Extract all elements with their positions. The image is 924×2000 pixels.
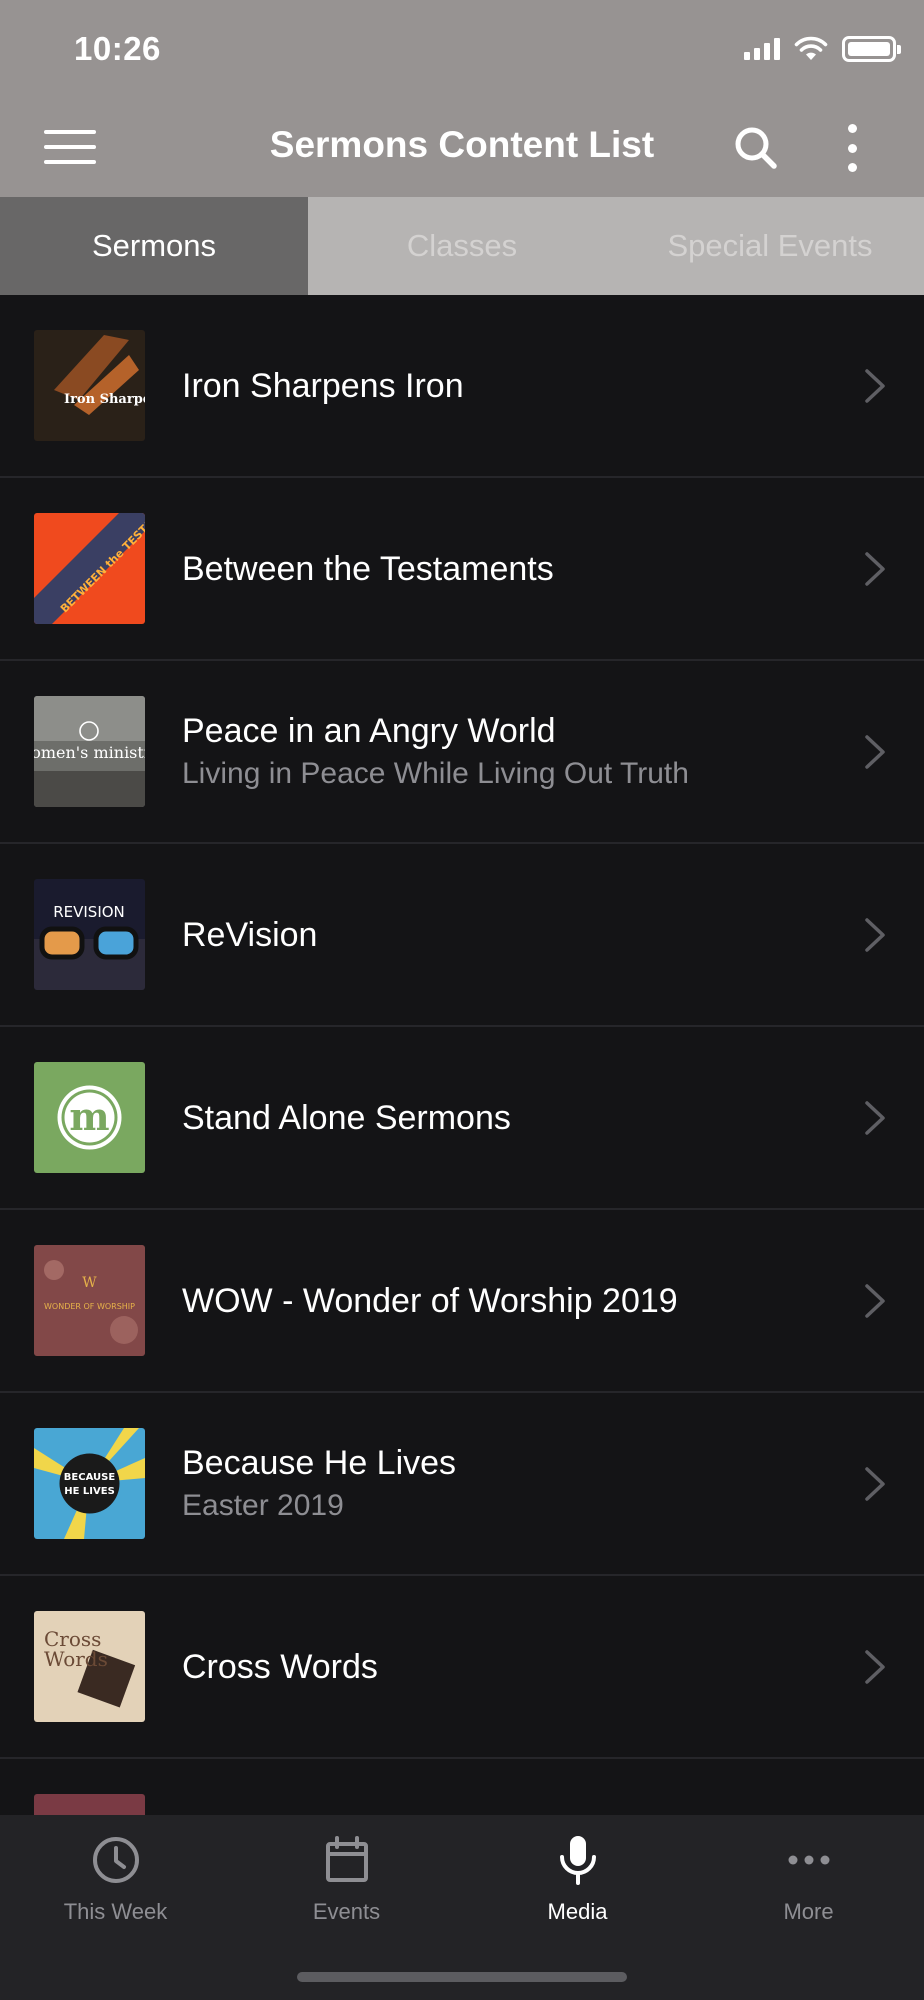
home-indicator [297,1972,627,1982]
list-item-title: ReVision [182,915,318,954]
list-item[interactable]: REVISION ReVision [0,844,924,1027]
chevron-right-icon [865,734,885,769]
nav-media[interactable]: Media [462,1833,693,1943]
list-item[interactable]: W WONDER OF WORSHIP WOW - Wonder of Wors… [0,1210,924,1393]
list-item[interactable]: women's ministry Peace in an Angry World… [0,661,924,844]
status-icons [744,36,901,62]
nav-label: This Week [63,1899,168,1924]
series-artwork: BETWEEN the TESTAMENTS [34,513,145,624]
more-options-button[interactable] [840,124,864,172]
svg-text:HE LIVES: HE LIVES [64,1486,115,1497]
list-item-title: WOW - Wonder of Worship 2019 [182,1281,678,1320]
chevron-right-icon [865,368,885,403]
top-bar: 10:26 Sermons Content List [0,0,924,197]
page-title: Sermons Content List [269,124,655,165]
clock-icon [92,1837,139,1883]
list-item-title: Stand Alone Sermons [182,1098,511,1137]
list-item[interactable]: Iron Sharpens Iron Iron Sharpens Iron [0,295,924,478]
list-item-title: Cross Words [182,1647,378,1686]
calendar-icon [325,1836,368,1882]
battery-icon [842,36,901,62]
nav-more[interactable]: More [693,1833,924,1943]
list-item-title: Because He Lives [182,1443,457,1482]
list-item[interactable]: BECAUSE HE LIVES Because He Lives Easter… [0,1393,924,1576]
nav-label: Events [312,1899,381,1924]
list-item[interactable]: Cross Words Cross Words [0,1576,924,1759]
nav-label: More [783,1899,834,1924]
list-item-title: Iron Sharpens Iron [182,366,464,405]
search-icon[interactable] [732,124,780,172]
more-icon [788,1855,829,1865]
series-artwork: Iron Sharpens Iron [34,330,145,441]
svg-text:W: W [82,1275,97,1291]
artwork-text: m [69,1094,109,1139]
series-artwork [34,1794,145,1815]
wifi-icon [794,36,828,60]
chevron-right-icon [865,1649,885,1684]
list-item-title: Peace in an Angry World [182,711,556,750]
list-item-subtitle: Living in Peace While Living Out Truth [182,756,689,790]
nav-this-week[interactable]: This Week [0,1833,231,1943]
tab-sermons[interactable]: Sermons [0,197,308,295]
series-artwork: REVISION [34,879,145,990]
list-item[interactable] [0,1759,924,1815]
artwork-text: WONDER OF WORSHIP [44,1302,135,1311]
series-artwork: Cross Words [34,1611,145,1722]
list-item[interactable]: m Stand Alone Sermons [0,1027,924,1210]
series-artwork: W WONDER OF WORSHIP [34,1245,145,1356]
chevron-right-icon [865,1283,885,1318]
series-artwork: m [34,1062,145,1173]
cellular-signal-icon [744,38,780,60]
content-tabs: Sermons Classes Special Events [0,197,924,295]
sermon-series-list: Iron Sharpens Iron Iron Sharpens Iron BE… [0,295,924,1815]
svg-text:BECAUSE: BECAUSE [64,1472,116,1483]
chevron-right-icon [865,551,885,586]
microphone-icon [559,1836,596,1885]
chevron-right-icon [865,917,885,952]
chevron-right-icon [865,1466,885,1501]
list-item-subtitle: Easter 2019 [182,1488,344,1522]
series-artwork: BECAUSE HE LIVES [34,1428,145,1539]
artwork-text: women's ministry [34,743,145,762]
list-item[interactable]: BETWEEN the TESTAMENTS Between the Testa… [0,478,924,661]
nav-events[interactable]: Events [231,1833,462,1943]
svg-text:Words: Words [44,1647,108,1671]
nav-label: Media [547,1899,608,1924]
tab-classes[interactable]: Classes [308,197,616,295]
artwork-text: Iron Sharpens Iron [64,392,145,407]
list-item-title: Between the Testaments [182,549,554,588]
series-artwork: women's ministry [34,696,145,807]
tab-special-events[interactable]: Special Events [616,197,924,295]
status-time: 10:26 [74,30,161,67]
artwork-text: REVISION [53,903,125,921]
chevron-right-icon [865,1100,885,1135]
